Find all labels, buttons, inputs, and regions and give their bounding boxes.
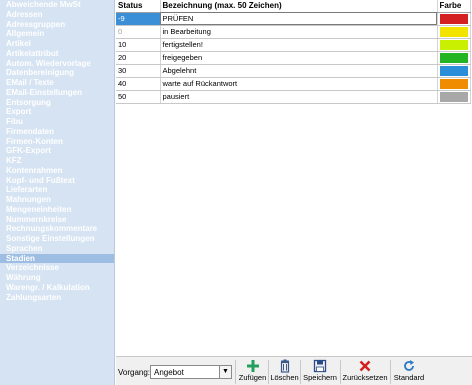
vorgang-label: Vorgang: [118,368,151,377]
add-button-label: Zufügen [238,373,267,382]
table-row[interactable]: 0 in Bearbeitung [116,25,471,39]
table-row[interactable]: 50 pausiert [116,90,471,104]
farbe-cell[interactable] [437,64,471,78]
trash-icon [280,359,289,373]
color-swatch [439,65,468,76]
bezeichnung-cell[interactable]: in Bearbeitung [160,25,438,39]
farbe-cell[interactable] [437,90,471,104]
sidebar-item[interactable]: Stadien [0,253,114,264]
color-swatch [439,52,468,63]
farbe-cell[interactable] [437,12,471,26]
add-button[interactable]: Zufügen [237,358,268,385]
chevron-down-icon[interactable]: ▼ [219,366,231,378]
farbe-column-header[interactable]: Farbe [437,0,471,13]
floppy-icon [313,359,327,373]
settings-sidebar: Abweichende MwSt Adressen Adressgruppen All… [0,0,115,385]
status-cell[interactable]: -9 [116,12,161,26]
status-cell[interactable]: 40 [116,77,161,91]
status-cell[interactable]: 20 [116,51,161,65]
sidebar-item[interactable]: Artikel [0,39,114,49]
sidebar-item[interactable]: Mahnungen [0,195,114,205]
sidebar-item[interactable]: EMail-Einstellungen [0,88,114,98]
bezeichnung-cell[interactable]: Abgelehnt [160,64,438,78]
delete-button-label: Löschen [270,373,299,382]
vorgang-select[interactable]: Angebot ▼ [150,365,232,379]
sidebar-item[interactable]: Firmen-Konten [0,137,114,147]
bottom-toolbar: Vorgang: Angebot ▼ Zufügen Löschen Speic… [116,356,472,385]
sidebar-item[interactable]: Fibu [0,117,114,127]
color-swatch [439,13,468,24]
toolbar-separator [235,360,236,384]
standard-button[interactable]: Standard [391,358,427,385]
sidebar-item[interactable]: Adressgruppen [0,20,114,30]
status-column-header[interactable]: Status [116,0,161,13]
color-swatch [439,39,468,50]
sidebar-item[interactable]: GFK-Export [0,146,114,156]
status-cell[interactable]: 50 [116,90,161,104]
sidebar-item[interactable]: Firmendaten [0,127,114,137]
reset-button-label: Zurücksetzen [342,373,388,382]
table-row[interactable]: 30 Abgelehnt [116,64,471,78]
sidebar-item[interactable]: Adressen [0,10,114,20]
farbe-cell[interactable] [437,38,471,52]
sidebar-item[interactable]: Datenbereinigung [0,68,114,78]
sidebar-item[interactable]: EMail / Texte [0,78,114,88]
sidebar-item[interactable]: Autom. Wiedervorlage [0,59,114,69]
farbe-cell[interactable] [437,51,471,65]
status-cell[interactable]: 0 [116,25,161,39]
bezeichnung-cell[interactable]: PRÜFEN [160,12,438,26]
refresh-icon [404,360,414,371]
table-row[interactable]: -9 PRÜFEN [116,12,471,26]
delete-button[interactable]: Löschen [269,358,300,385]
farbe-cell[interactable] [437,77,471,91]
status-table-area: Status Bezeichnung (max. 50 Zeichen) Far… [116,0,472,356]
sidebar-item[interactable]: Kontenrahmen [0,166,114,176]
bezeichnung-cell[interactable]: warte auf Rückantwort [160,77,438,91]
sidebar-item[interactable]: Export [0,107,114,117]
save-button-label: Speichern [303,373,337,382]
sidebar-item[interactable]: Zahlungsarten [0,293,114,303]
sidebar-item[interactable]: Währung [0,273,114,283]
sidebar-item[interactable]: Mengeneinheiten [0,205,114,215]
bezeichnung-cell[interactable]: freigegeben [160,51,438,65]
sidebar-item[interactable]: Sprachen [0,244,114,254]
table-row[interactable]: 20 freigegeben [116,51,471,65]
sidebar-item[interactable]: Allgemein [0,29,114,39]
status-cell[interactable]: 30 [116,64,161,78]
vorgang-select-value: Angebot [154,368,184,377]
status-table: Status Bezeichnung (max. 50 Zeichen) Far… [116,0,471,104]
sidebar-item[interactable]: Nummernkreise [0,215,114,225]
table-row[interactable]: 10 fertigstellen! [116,38,471,52]
reset-button[interactable]: Zurücksetzen [341,358,389,385]
sidebar-item[interactable]: KFZ [0,156,114,166]
table-row[interactable]: 40 warte auf Rückantwort [116,77,471,91]
bezeichnung-cell[interactable]: pausiert [160,90,438,104]
sidebar-item[interactable]: Entsorgung [0,98,114,108]
sidebar-item[interactable]: Abweichende MwSt [0,0,114,10]
sidebar-item[interactable]: Verzeichnisse [0,263,114,273]
status-cell[interactable]: 10 [116,38,161,52]
farbe-cell[interactable] [437,25,471,39]
standard-button-label: Standard [393,373,425,382]
table-body: -9 PRÜFEN 0 in Bearbeitung 10 fertigstellen! 2… [116,12,471,104]
color-swatch [439,91,468,102]
sidebar-item[interactable]: Lieferarten [0,185,114,195]
bezeichnung-cell[interactable]: fertigstellen! [160,38,438,52]
sidebar-item[interactable]: Sonstige Einstellungen [0,234,114,244]
color-swatch [439,78,468,89]
sidebar-item[interactable]: Warengr. / Kalkulation [0,283,114,293]
save-button[interactable]: Speichern [301,358,339,385]
color-swatch [439,26,468,37]
table-header-row: Status Bezeichnung (max. 50 Zeichen) Far… [116,0,471,13]
bezeichnung-column-header[interactable]: Bezeichnung (max. 50 Zeichen) [160,0,438,13]
sidebar-item[interactable]: Kopf- und Fußtext [0,176,114,186]
plus-icon [246,360,259,372]
sidebar-item[interactable]: Artikelattribut [0,49,114,59]
x-icon [359,360,371,372]
sidebar-item[interactable]: Rechnungskommentare [0,224,114,234]
